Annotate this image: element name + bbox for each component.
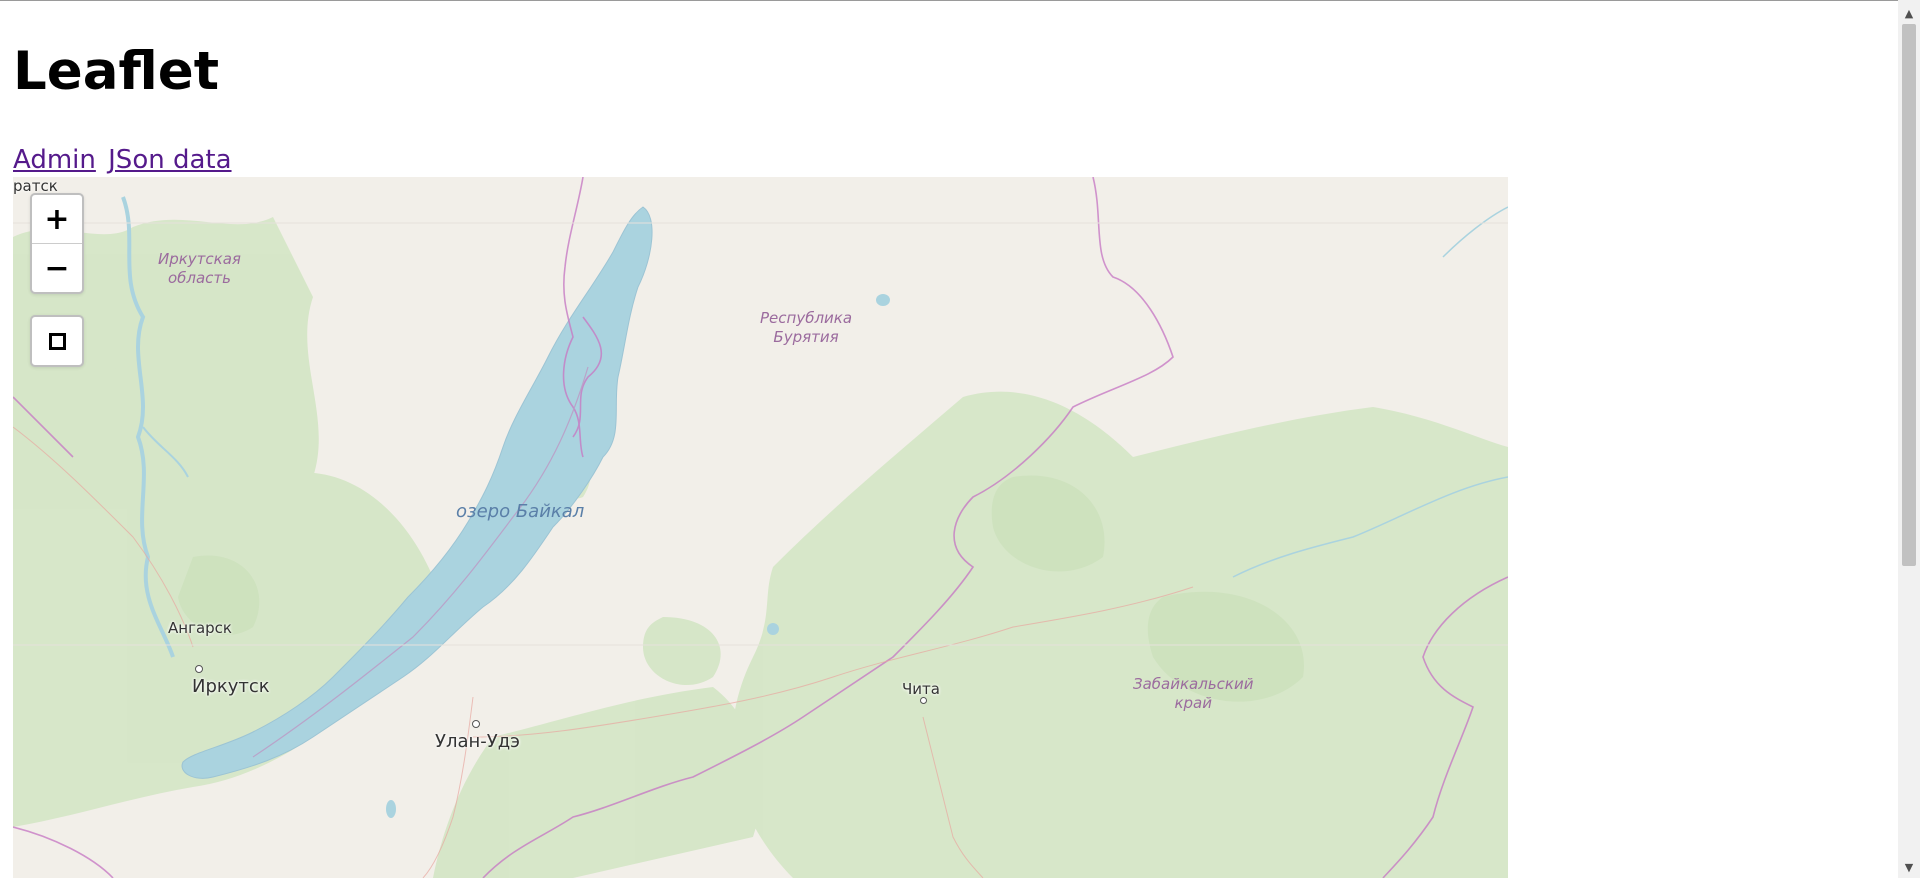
map-label-ulan-ude: Улан-Удэ [435, 731, 521, 752]
zoom-in-button[interactable]: + [32, 195, 82, 243]
map-label-irkutsk-oblast: Иркутская область [158, 250, 241, 287]
map-label-lake-baikal: озеро Байкал [456, 501, 585, 522]
nav-links: Admin JSon data [13, 142, 236, 178]
map-marker-ulan-ude [472, 720, 480, 728]
map-label-zabaikalsky: Забайкальский край [1133, 675, 1254, 712]
scroll-up-icon[interactable]: ▲ [1898, 2, 1920, 24]
map-marker-chita [920, 697, 927, 704]
page-scrollbar[interactable]: ▲ ▼ [1898, 0, 1920, 878]
scroll-down-icon[interactable]: ▼ [1898, 856, 1920, 878]
zoom-control: + − [30, 193, 84, 294]
rectangle-icon [48, 332, 66, 350]
zoom-out-button[interactable]: − [32, 243, 82, 292]
map-container[interactable]: ратск Иркутская область Республика Бурят… [13, 177, 1508, 878]
map-label-buryatia: Республика Бурятия [760, 309, 853, 346]
json-data-link[interactable]: JSon data [108, 145, 231, 175]
map-marker-irkutsk [195, 665, 203, 673]
page-title: Leaflet [13, 41, 220, 102]
page: Leaflet Admin JSon data ратск Иркутская … [0, 0, 1898, 878]
admin-link[interactable]: Admin [13, 145, 96, 175]
map-label-angarsk: Ангарск [168, 619, 232, 637]
draw-rectangle-button[interactable] [30, 315, 84, 367]
map-label-chita: Чита [902, 680, 940, 698]
scrollbar-thumb[interactable] [1902, 24, 1916, 566]
map-label-irkutsk: Иркутск [192, 676, 270, 697]
